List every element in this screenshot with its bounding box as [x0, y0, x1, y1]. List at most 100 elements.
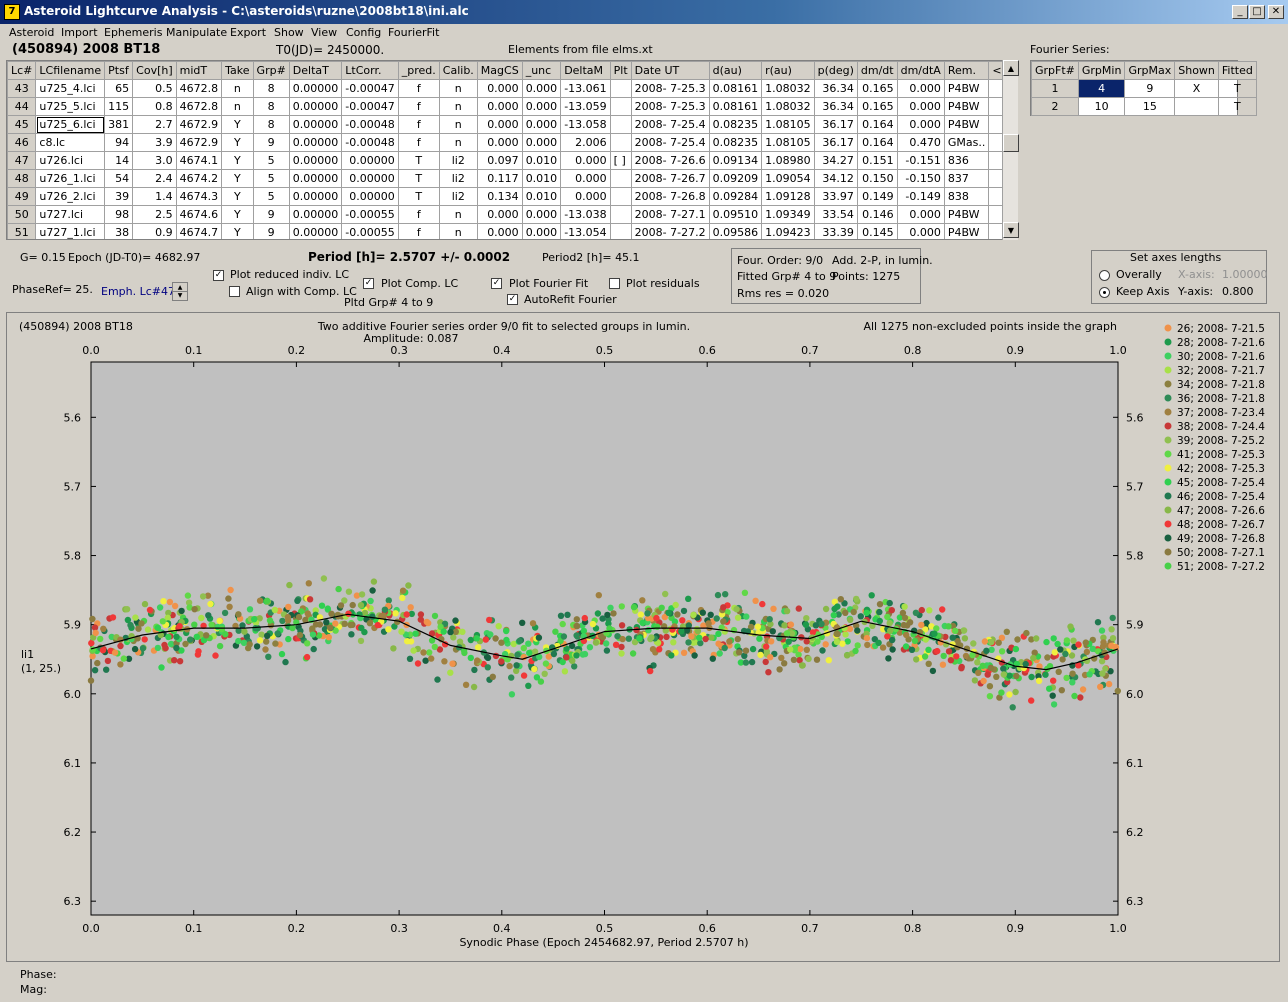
table-cell[interactable]: 0.09284 [708, 187, 763, 206]
table-cell[interactable]: 2008- 7-26.8 [630, 187, 710, 206]
table-cell[interactable]: 0.000 [476, 223, 523, 239]
table-cell[interactable]: T [397, 151, 440, 170]
table-cell[interactable]: 2.006 [560, 133, 611, 152]
table-cell[interactable] [609, 169, 632, 188]
table-cell[interactable]: 2.7 [132, 115, 177, 134]
table-row[interactable]: 46 c8.lc 94 3.9 4672.9 Y 9 0.00000 -0.00048 f n 0.0… [7, 133, 1017, 152]
table-cell[interactable]: 0.09209 [708, 169, 763, 188]
table-cell[interactable]: 33.39 [813, 223, 858, 239]
column-header[interactable]: dm/dtA [896, 61, 945, 80]
table-cell[interactable]: li2 [438, 169, 478, 188]
table-cell[interactable]: 8 [252, 115, 290, 134]
table-cell[interactable]: 0.00000 [288, 223, 343, 239]
table-cell[interactable]: -13.054 [560, 223, 611, 239]
table-cell[interactable]: 36.17 [813, 115, 858, 134]
table-cell[interactable]: 2008- 7-26.6 [630, 151, 710, 170]
table-cell[interactable]: P4BW [943, 79, 990, 98]
table-cell[interactable]: 0.000 [521, 79, 562, 98]
table-cell[interactable]: -0.00047 [341, 79, 399, 98]
keep-axis-radio[interactable] [1099, 287, 1110, 298]
column-header[interactable]: p(deg) [813, 61, 858, 80]
table-cell[interactable] [609, 187, 632, 206]
table-cell[interactable]: c8.lc [35, 133, 106, 152]
table-cell[interactable]: 0.00000 [288, 205, 343, 224]
table-cell[interactable]: 0.08161 [708, 97, 763, 116]
table-cell[interactable]: 0.00000 [288, 133, 343, 152]
table-cell[interactable]: 4672.9 [175, 115, 223, 134]
table-cell[interactable]: -0.149 [896, 187, 945, 206]
table-cell[interactable]: -0.00055 [341, 205, 399, 224]
table-cell[interactable]: T [1217, 79, 1257, 98]
table-cell[interactable]: 0.000 [560, 187, 611, 206]
table-cell[interactable]: 0.010 [521, 169, 562, 188]
table-cell[interactable]: 3.9 [132, 133, 177, 152]
column-header[interactable]: Calib. [438, 61, 478, 80]
table-cell[interactable]: f [397, 223, 440, 239]
table-cell[interactable] [609, 97, 632, 116]
table-cell[interactable]: 54 [104, 169, 134, 188]
column-header[interactable]: DeltaM [560, 61, 611, 80]
table-cell[interactable]: 4674.3 [175, 187, 223, 206]
menu-config[interactable]: Config [346, 26, 381, 39]
table-cell[interactable]: li2 [438, 187, 478, 206]
menu-asteroid[interactable]: Asteroid [9, 26, 54, 39]
table-cell[interactable]: 4674.1 [175, 151, 223, 170]
plot-reduced-checkbox[interactable]: ✓ [213, 270, 224, 281]
table-cell[interactable]: P4BW [943, 223, 990, 239]
table-cell[interactable]: 0.000 [521, 115, 562, 134]
column-header[interactable]: _unc [521, 61, 562, 80]
table-cell[interactable]: f [397, 133, 440, 152]
table-cell[interactable]: u726_2.lci [35, 187, 106, 206]
menu-show[interactable]: Show [274, 26, 304, 39]
table-cell[interactable]: 0.151 [856, 151, 898, 170]
table-cell[interactable]: n [221, 97, 254, 116]
table-cell[interactable]: Y [221, 169, 254, 188]
app-logo-icon[interactable]: 7 [4, 4, 20, 20]
table-cell[interactable]: -0.00048 [341, 115, 399, 134]
table-cell[interactable]: -13.058 [560, 115, 611, 134]
table-cell[interactable]: 2008- 7-25.4 [630, 115, 710, 134]
spin-up-icon[interactable]: ▲ [173, 283, 187, 292]
table-cell[interactable]: 0.097 [476, 151, 523, 170]
table-cell[interactable]: u726.lci [35, 151, 106, 170]
table-cell[interactable]: 5 [252, 151, 290, 170]
plot-fourier-checkbox[interactable]: ✓ [491, 278, 502, 289]
table-cell[interactable] [609, 205, 632, 224]
table-cell[interactable]: 0.00000 [288, 169, 343, 188]
column-header[interactable]: Plt [609, 61, 632, 80]
table-cell[interactable]: 94 [104, 133, 134, 152]
table-cell[interactable]: n [438, 79, 478, 98]
table-cell[interactable]: 0.5 [132, 79, 177, 98]
lightcurve-chart[interactable]: (450894) 2008 BT18 Two additive Fourier s… [7, 313, 1279, 961]
table-cell[interactable]: 39 [104, 187, 134, 206]
table-cell[interactable]: 9 [252, 205, 290, 224]
table-cell[interactable]: 0.149 [856, 187, 898, 206]
table-cell[interactable]: 0.000 [896, 205, 945, 224]
table-cell[interactable] [609, 223, 632, 239]
table-cell[interactable]: 0.00000 [288, 151, 343, 170]
table-cell[interactable]: -13.061 [560, 79, 611, 98]
table-cell[interactable]: 1.08105 [761, 133, 815, 152]
menu-manipulate[interactable]: Manipulate [166, 26, 227, 39]
table-cell[interactable]: 15 [1124, 97, 1176, 116]
table-cell[interactable]: u726_1.lci [35, 169, 106, 188]
table-cell[interactable]: 5 [252, 187, 290, 206]
column-header[interactable]: _pred. [397, 61, 440, 80]
table-cell[interactable]: 0.000 [521, 223, 562, 239]
table-cell[interactable]: 4674.2 [175, 169, 223, 188]
plot-residuals-checkbox[interactable] [609, 278, 620, 289]
table-cell[interactable]: 38 [104, 223, 134, 239]
table-cell[interactable]: 0.000 [476, 205, 523, 224]
table-row[interactable]: 2 10 15 T [1031, 97, 1257, 116]
table-cell[interactable]: T [1217, 97, 1257, 116]
table-cell[interactable]: f [397, 115, 440, 134]
table-cell[interactable]: 0.165 [856, 97, 898, 116]
spin-down-icon[interactable]: ▼ [173, 292, 187, 300]
table-cell[interactable]: -0.00055 [341, 223, 399, 239]
column-header[interactable]: Lc# [7, 61, 37, 80]
table-cell[interactable]: Y [221, 205, 254, 224]
table-cell[interactable]: 36.17 [813, 133, 858, 152]
table-cell[interactable]: 381 [104, 115, 134, 134]
table-cell[interactable]: 4674.6 [175, 205, 223, 224]
table-cell[interactable]: 0.9 [132, 223, 177, 239]
